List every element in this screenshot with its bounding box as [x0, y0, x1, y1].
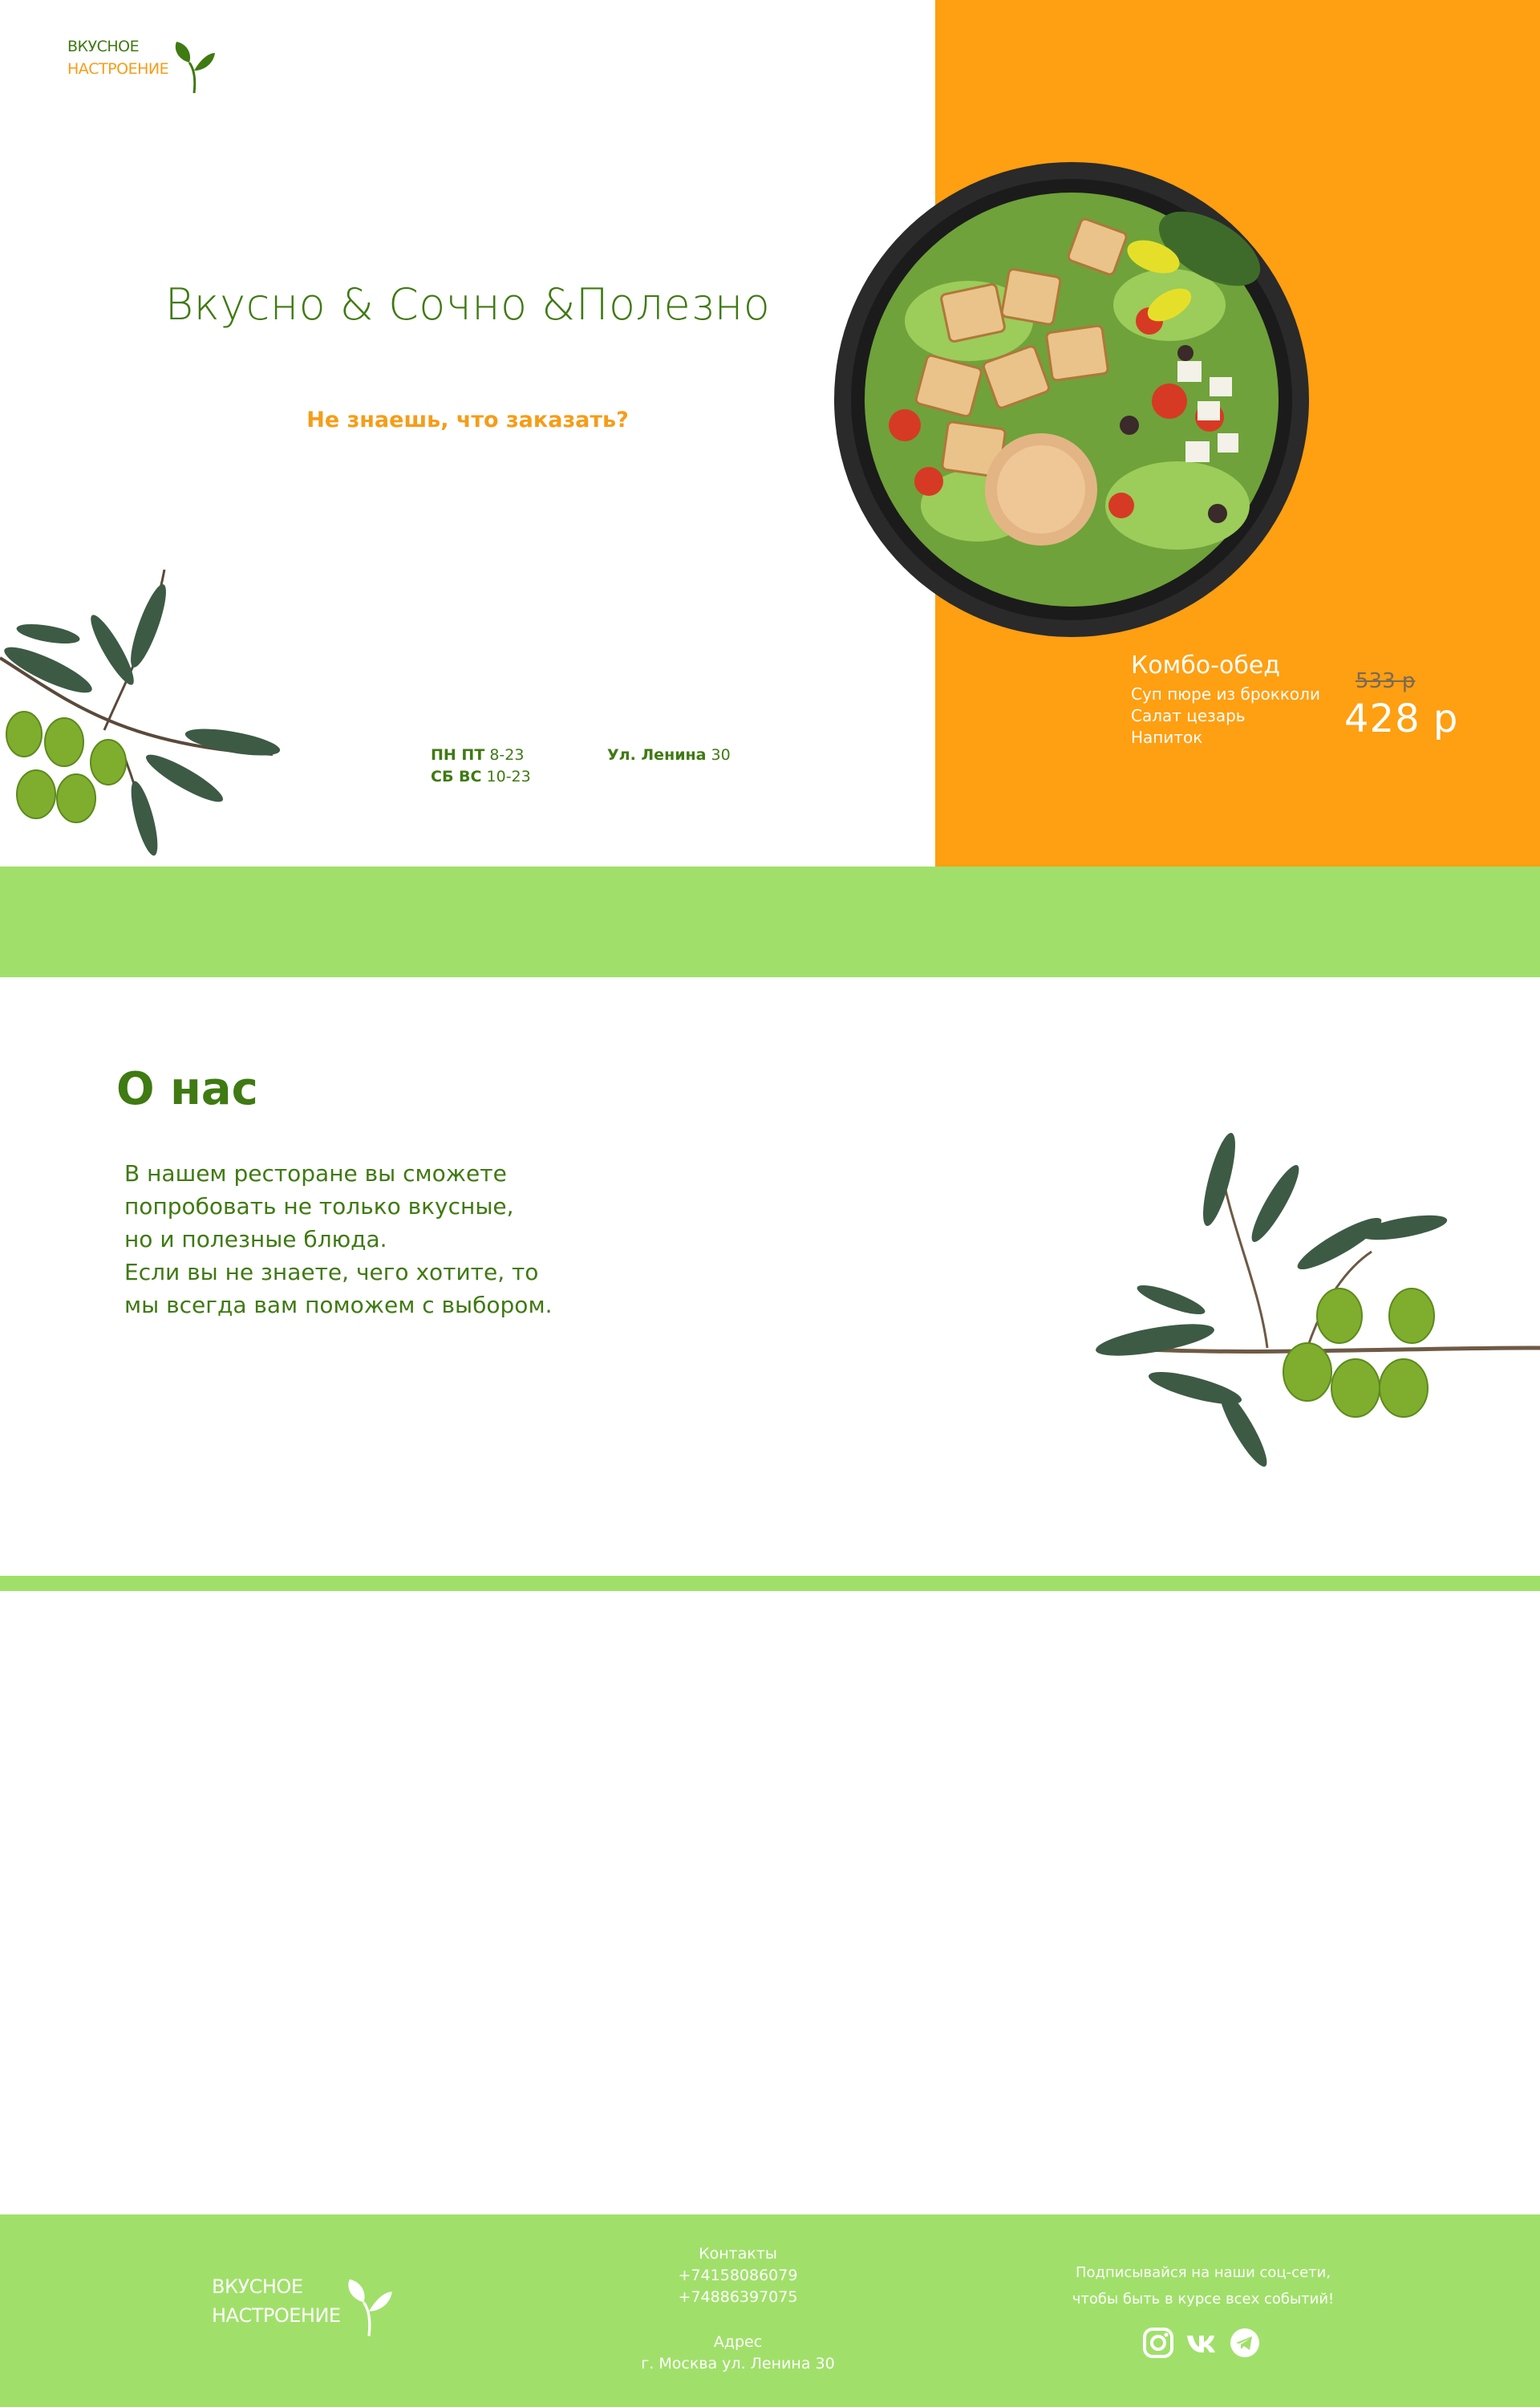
about-title: О нас [116, 1063, 258, 1115]
hours-weekend-time: 10-23 [486, 768, 531, 785]
social-text-line: чтобы быть в курсе всех событий! [1072, 2291, 1335, 2308]
brand-logo[interactable]: ВКУСНОЕ НАСТРОЕНИЕ [67, 35, 217, 96]
opening-hours: ПН ПТ 8-23 СБ ВС 10-23 [431, 745, 531, 788]
hero-cta-link[interactable]: Не знаешь, что заказать? [0, 408, 935, 432]
hours-weekend: СБ ВС 10-23 [431, 766, 531, 788]
hours-weekdays-days: ПН ПТ [431, 746, 485, 764]
salad-bowl-image [834, 162, 1309, 637]
sprout-icon [175, 42, 216, 94]
footer-contacts: Контакты +74158086079 +74886397075 [618, 2243, 858, 2308]
address-label: Адрес [713, 2333, 763, 2351]
footer-address: Адрес г. Москва ул. Ленина 30 [618, 2332, 858, 2375]
combo-item: Напиток [1131, 728, 1203, 747]
combo-title: Комбо-обед [1131, 651, 1281, 680]
footer-brand-logo[interactable]: ВКУСНОЕ НАСТРОЕНИЕ [212, 2272, 394, 2340]
green-divider-band [0, 867, 1540, 977]
vk-icon[interactable] [1185, 2327, 1218, 2359]
green-divider-thin [0, 1576, 1540, 1591]
address-street: Ул. Ленина [607, 746, 707, 764]
olive-branch-image-right [1096, 1132, 1540, 1467]
about-line: но и полезные блюда. [124, 1226, 387, 1252]
hours-weekend-days: СБ ВС [431, 768, 482, 785]
about-text: В нашем ресторане вы сможете попробовать… [124, 1157, 552, 1321]
brand-line-1: ВКУСНОЕ [67, 38, 140, 55]
brand-wordmark: ВКУСНОЕ НАСТРОЕНИЕ [67, 35, 169, 80]
address-number: 30 [711, 746, 731, 764]
contacts-label: Контакты [699, 2245, 777, 2263]
social-icons [1142, 2327, 1261, 2359]
phone-link[interactable]: +74886397075 [618, 2287, 858, 2308]
address-value: г. Москва ул. Ленина 30 [641, 2355, 835, 2372]
combo-new-price: 428 р [1344, 696, 1459, 741]
hours-weekdays: ПН ПТ 8-23 [431, 745, 531, 766]
combo-items-list: Суп пюре из брокколи Салат цезарь Напито… [1131, 684, 1320, 749]
hero-title: Вкусно & Сочно &Полезно [164, 279, 771, 330]
combo-old-price: 533 р [1356, 669, 1416, 693]
hours-weekdays-time: 8-23 [489, 746, 525, 764]
about-line: попробовать не только вкусные, [124, 1193, 514, 1220]
footer-brand-wordmark: ВКУСНОЕ НАСТРОЕНИЕ [212, 2272, 341, 2330]
about-line: Если вы не знаете, чего хотите, то [124, 1259, 539, 1285]
phone-link[interactable]: +74158086079 [618, 2265, 858, 2287]
instagram-icon[interactable] [1142, 2327, 1174, 2359]
sprout-icon [347, 2279, 392, 2336]
footer-brand-line-2: НАСТРОЕНИЕ [212, 2304, 341, 2327]
social-text-line: Подписывайся на наши соц-сети, [1075, 2264, 1331, 2281]
telegram-icon[interactable] [1229, 2327, 1261, 2359]
footer-brand-line-1: ВКУСНОЕ [212, 2275, 303, 2298]
about-line: В нашем ресторане вы сможете [124, 1160, 507, 1187]
combo-item: Салат цезарь [1131, 706, 1246, 725]
about-line: мы всегда вам поможем с выбором. [124, 1292, 553, 1318]
hero-address: Ул. Ленина 30 [607, 745, 731, 766]
brand-line-2: НАСТРОЕНИЕ [67, 60, 169, 78]
combo-item: Суп пюре из брокколи [1131, 684, 1320, 704]
footer-social-text: Подписывайся на наши соц-сети, чтобы быт… [1035, 2259, 1372, 2312]
olive-branch-image [0, 569, 281, 856]
